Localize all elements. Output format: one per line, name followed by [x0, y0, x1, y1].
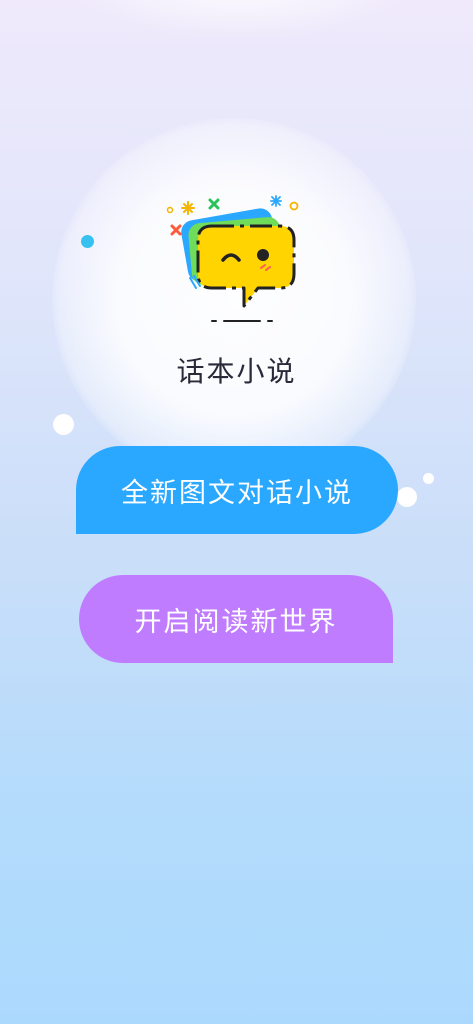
decorative-dot-blue: [81, 235, 94, 248]
decorative-dot-white: [423, 473, 434, 484]
decorative-dot-white: [397, 487, 417, 507]
app-name: 话本小说: [176, 355, 297, 388]
winking-speech-bubble-icon: [166, 195, 299, 322]
app-logo: [160, 190, 310, 335]
decorative-dot-white: [53, 414, 74, 435]
tagline-bubble-purple: 开启阅读新世界: [79, 575, 393, 663]
top-glow: [60, 0, 420, 40]
tagline-bubble-blue: 全新图文对话小说: [76, 446, 398, 534]
